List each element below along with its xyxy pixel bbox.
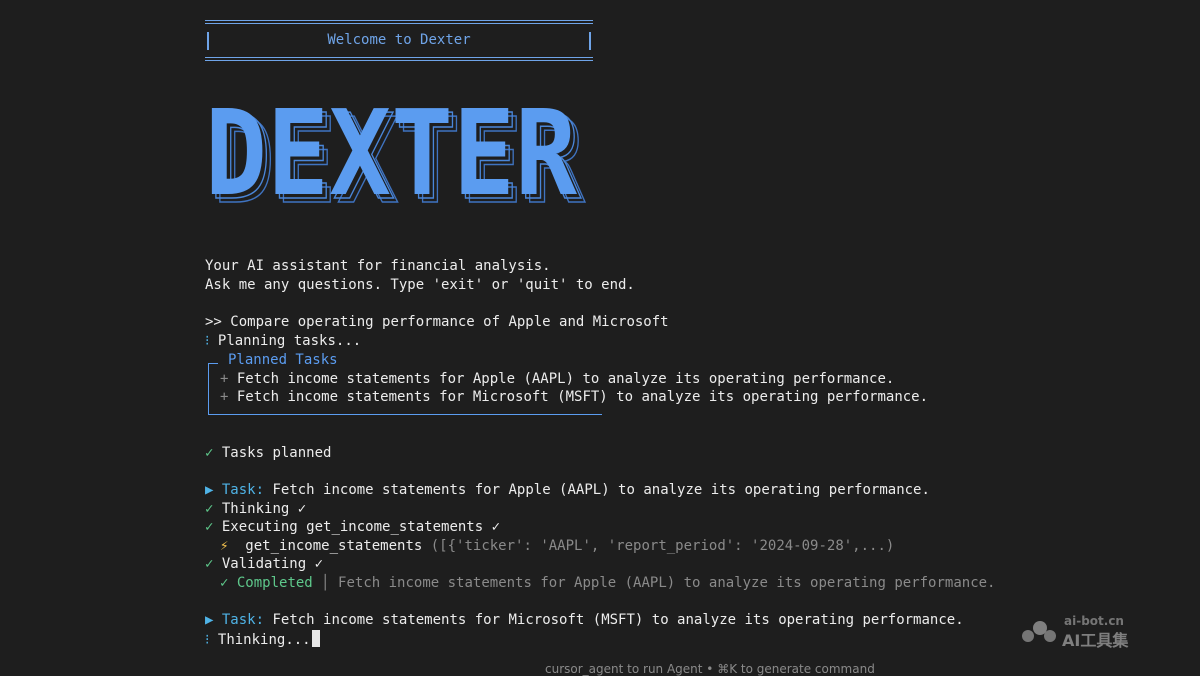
tasks-planned-status: ✓ Tasks planned	[205, 444, 331, 462]
watermark-brand: AI工具集	[1062, 631, 1129, 650]
text-cursor[interactable]	[311, 630, 320, 647]
banner-top-rule	[205, 20, 593, 21]
task-label: Task:	[221, 482, 265, 498]
lightning-icon: ⚡	[220, 538, 229, 554]
executing-text: Executing get_income_statements ✓	[221, 519, 501, 535]
check-icon: ✓	[205, 519, 214, 535]
watermark-logo-icon	[1022, 621, 1056, 642]
check-icon: ✓	[205, 501, 214, 517]
thinking-text: Thinking...	[217, 632, 311, 648]
completed-label: Completed	[236, 575, 313, 591]
task-1-executing: ✓ Executing get_income_statements ✓	[205, 518, 500, 536]
planning-text: Planning tasks...	[217, 333, 362, 349]
planned-task-text: Fetch income statements for Apple (AAPL)…	[236, 371, 895, 387]
planned-task-item: + Fetch income statements for Apple (AAP…	[220, 370, 894, 388]
banner-bottom-rule	[205, 57, 593, 58]
intro-line-1: Your AI assistant for financial analysis…	[205, 258, 551, 274]
completed-text: Fetch income statements for Apple (AAPL)…	[338, 575, 996, 591]
check-icon: ✓	[220, 575, 229, 591]
logo-text: DEXTER	[205, 104, 578, 216]
welcome-banner: Welcome to Dexter	[205, 20, 593, 62]
prompt-marker: >>	[205, 314, 222, 330]
planned-tasks-title: Planned Tasks	[228, 352, 338, 368]
task-2-text: Fetch income statements for Microsoft (M…	[272, 612, 964, 628]
tool-call: ⚡ get_income_statements ([{'ticker': 'AA…	[220, 537, 894, 555]
task-1-validating: ✓ Validating ✓	[205, 555, 323, 573]
thinking-text: Thinking ✓	[221, 501, 307, 517]
play-arrow-icon: ▶	[205, 612, 214, 628]
watermark-domain: ai-bot.cn	[1064, 614, 1124, 628]
query-text: Compare operating performance of Apple a…	[230, 314, 669, 330]
planned-task-item: + Fetch income statements for Microsoft …	[220, 388, 928, 406]
plus-icon: +	[220, 371, 229, 387]
validating-text: Validating ✓	[221, 556, 324, 572]
tasks-planned-text: Tasks planned	[221, 445, 332, 461]
tool-name: get_income_statements	[245, 538, 423, 554]
dexter-logo: DEXTER DEXTER DEXTER	[205, 104, 587, 216]
plus-icon: +	[220, 389, 229, 405]
intro-line-2: Ask me any questions. Type 'exit' or 'qu…	[205, 277, 635, 293]
welcome-title: Welcome to Dexter	[327, 32, 471, 48]
task-2-thinking: ⁝ Thinking...	[205, 630, 320, 649]
task-label: Task:	[221, 612, 265, 628]
planned-task-text: Fetch income statements for Microsoft (M…	[236, 389, 929, 405]
task-1-thinking: ✓ Thinking ✓	[205, 500, 306, 518]
check-icon: ✓	[205, 445, 214, 461]
banner-bottom-rule-2	[205, 60, 593, 61]
task-1-completed: ✓ Completed │ Fetch income statements fo…	[220, 574, 996, 592]
separator: │	[321, 575, 330, 591]
watermark: ai-bot.cn AI工具集	[1020, 614, 1140, 650]
spinner-icon: ⁝	[205, 632, 210, 648]
panel-bottom-border	[208, 414, 602, 415]
planning-status: ⁝ Planning tasks...	[205, 332, 361, 350]
task-1-text: Fetch income statements for Apple (AAPL)…	[272, 482, 930, 498]
tool-args: ([{'ticker': 'AAPL', 'report_period': '2…	[430, 538, 895, 554]
panel-top-tick	[208, 363, 218, 364]
check-icon: ✓	[205, 556, 214, 572]
task-1-header: ▶ Task: Fetch income statements for Appl…	[205, 481, 930, 499]
banner-top-rule-2	[205, 23, 593, 24]
play-arrow-icon: ▶	[205, 482, 214, 498]
user-query: >> Compare operating performance of Appl…	[205, 313, 669, 331]
spinner-icon: ⁝	[205, 333, 210, 349]
command-hint: cursor_agent to run Agent • ⌘K to genera…	[545, 662, 875, 676]
panel-left-border	[208, 363, 209, 414]
task-2-header: ▶ Task: Fetch income statements for Micr…	[205, 611, 964, 629]
